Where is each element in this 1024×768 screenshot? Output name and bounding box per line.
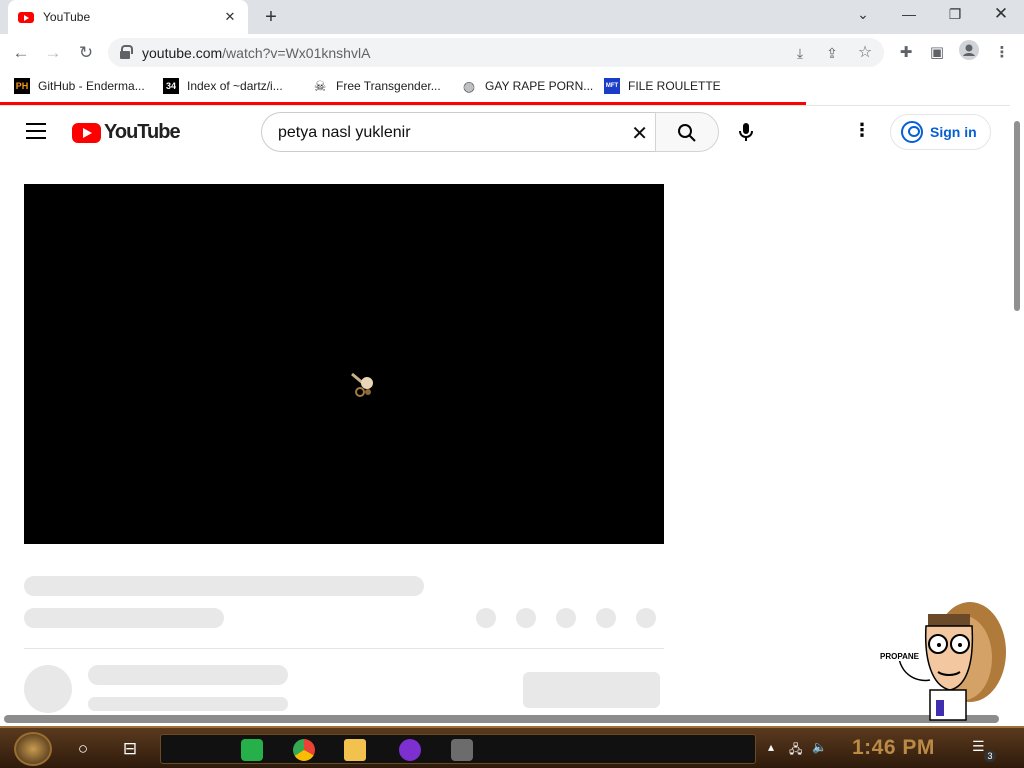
subscribe-skeleton — [523, 672, 660, 708]
bookmark-star-icon[interactable]: ☆ — [855, 43, 875, 63]
taskbar: ○ ⊟ ▴ 🖧 🔈 1:46 PM ☰ 3 — [0, 726, 1024, 768]
propane-label: PROPANE — [880, 652, 919, 661]
title-skeleton — [24, 576, 424, 596]
search-box[interactable]: petya nasl yuklenir ✕ — [261, 112, 656, 152]
reload-button[interactable]: ↻ — [73, 40, 99, 66]
restore-button[interactable]: ❐ — [932, 0, 978, 30]
bookmark-item[interactable]: MFT FILE ROULETTE — [604, 77, 721, 95]
action-skeleton — [476, 608, 496, 628]
browser-menu-icon[interactable]: ⋮ — [989, 40, 1015, 66]
bookmark-label: Index of ~dartz/i... — [187, 79, 283, 93]
new-tab-button[interactable]: + — [260, 5, 282, 29]
chrome-app-icon[interactable] — [293, 739, 315, 761]
clear-search-icon[interactable]: ✕ — [631, 121, 648, 146]
url-path: /watch?v=Wx01knshvlA — [222, 45, 371, 61]
file-explorer-icon[interactable] — [344, 739, 366, 761]
search-icon — [678, 124, 696, 142]
bookmark-label: GAY RAPE PORN... — [485, 79, 594, 93]
voice-search-button[interactable] — [734, 120, 758, 144]
subscriber-skeleton — [88, 697, 288, 711]
notification-count-badge: 3 — [984, 750, 996, 762]
search-circle-icon[interactable]: ○ — [68, 734, 98, 764]
bookmark-item[interactable]: 34 Index of ~dartz/i... — [163, 77, 283, 95]
meta-skeleton — [24, 608, 224, 628]
loading-spinner-icon — [351, 372, 373, 397]
microphone-icon — [739, 123, 753, 141]
close-window-button[interactable]: ✕ — [978, 0, 1024, 30]
url-host: youtube.com — [142, 45, 223, 61]
taskbar-clock[interactable]: 1:46 PM — [852, 736, 935, 760]
tab-close-icon[interactable]: ✕ — [222, 9, 238, 25]
sign-in-label: Sign in — [930, 124, 977, 140]
gimp-app-icon[interactable] — [451, 739, 473, 761]
url-text[interactable]: youtube.com/watch?v=Wx01knshvlA — [142, 45, 370, 61]
qr-favicon: 34 — [163, 78, 179, 94]
tab-search-chevron-icon[interactable]: ⌄ — [840, 0, 886, 30]
search-button[interactable] — [655, 112, 719, 152]
youtube-play-icon — [72, 122, 101, 143]
account-circle-icon — [901, 121, 923, 143]
sheets-app-icon[interactable] — [241, 739, 263, 761]
youtube-favicon — [18, 11, 34, 23]
tab-youtube[interactable]: YouTube ✕ — [8, 0, 248, 34]
side-panel-icon[interactable]: ▣ — [924, 40, 950, 66]
tor-browser-icon[interactable] — [399, 739, 421, 761]
video-player[interactable] — [24, 184, 664, 544]
action-skeleton — [516, 608, 536, 628]
file-roulette-favicon: MFT — [604, 78, 620, 94]
lock-icon[interactable] — [120, 45, 133, 59]
globe-icon: ◍ — [462, 78, 476, 94]
bookmark-item[interactable]: ◍ GAY RAPE PORN... — [461, 77, 593, 95]
install-app-icon[interactable]: ⤓ — [790, 43, 810, 63]
action-skeleton — [636, 608, 656, 628]
notifications-icon[interactable]: ☰ — [972, 738, 985, 755]
bookmark-item[interactable]: ☠ Free Transgender... — [312, 77, 441, 95]
action-skeleton — [556, 608, 576, 628]
sign-in-button[interactable]: Sign in — [890, 114, 991, 150]
guide-menu-icon[interactable] — [26, 123, 46, 139]
forward-button[interactable]: → — [40, 40, 66, 66]
taskbar-apps — [160, 734, 756, 764]
address-bar[interactable]: youtube.com/watch?v=Wx01knshvlA ⤓ ⇪ ☆ — [108, 38, 884, 67]
cartoon-man-icon — [897, 602, 1006, 721]
youtube-masthead: YouTube petya nasl yuklenir ✕ ⋮ Sign in — [0, 106, 1010, 158]
horizontal-scrollbar[interactable] — [4, 715, 999, 723]
action-skeleton — [596, 608, 616, 628]
tab-title: YouTube — [43, 10, 91, 24]
extensions-puzzle-icon[interactable]: ✚ — [893, 40, 919, 66]
desktop-mascot: PROPANE — [880, 600, 1006, 724]
profile-avatar-icon[interactable] — [956, 40, 982, 66]
task-view-icon[interactable]: ⊟ — [115, 734, 145, 764]
channel-name-skeleton — [88, 665, 288, 685]
tab-strip: YouTube ✕ + ⌄ — ❐ ✕ — [0, 0, 1024, 34]
bookmarks-bar: PH GitHub - Enderma... 34 Index of ~dart… — [0, 71, 1024, 101]
tray-overflow-icon[interactable]: ▴ — [768, 740, 774, 754]
skull-favicon: ☠ — [313, 78, 327, 94]
youtube-wordmark: YouTube — [104, 121, 181, 143]
bookmark-label: GitHub - Enderma... — [38, 79, 145, 93]
settings-kebab-icon[interactable]: ⋮ — [852, 120, 872, 144]
youtube-logo[interactable]: YouTube — [72, 121, 181, 144]
vertical-scrollbar[interactable] — [1011, 106, 1024, 720]
bookmark-label: FILE ROULETTE — [628, 79, 721, 93]
minimize-button[interactable]: — — [886, 0, 932, 30]
bookmark-label: Free Transgender... — [336, 79, 441, 93]
bookmark-item[interactable]: PH GitHub - Enderma... — [14, 77, 145, 95]
start-button[interactable] — [14, 732, 52, 766]
share-icon[interactable]: ⇪ — [822, 43, 842, 63]
pornhub-favicon: PH — [14, 78, 30, 94]
vertical-scroll-thumb[interactable] — [1014, 121, 1020, 311]
channel-avatar-skeleton — [24, 665, 72, 713]
volume-muted-icon[interactable]: 🔈 — [812, 740, 827, 754]
browser-toolbar: ← → ↻ youtube.com/watch?v=Wx01knshvlA ⤓ … — [0, 34, 1024, 71]
back-button[interactable]: ← — [8, 40, 34, 66]
search-input[interactable]: petya nasl yuklenir — [278, 124, 411, 142]
content-divider — [24, 648, 664, 649]
network-icon[interactable]: 🖧 — [789, 740, 802, 761]
